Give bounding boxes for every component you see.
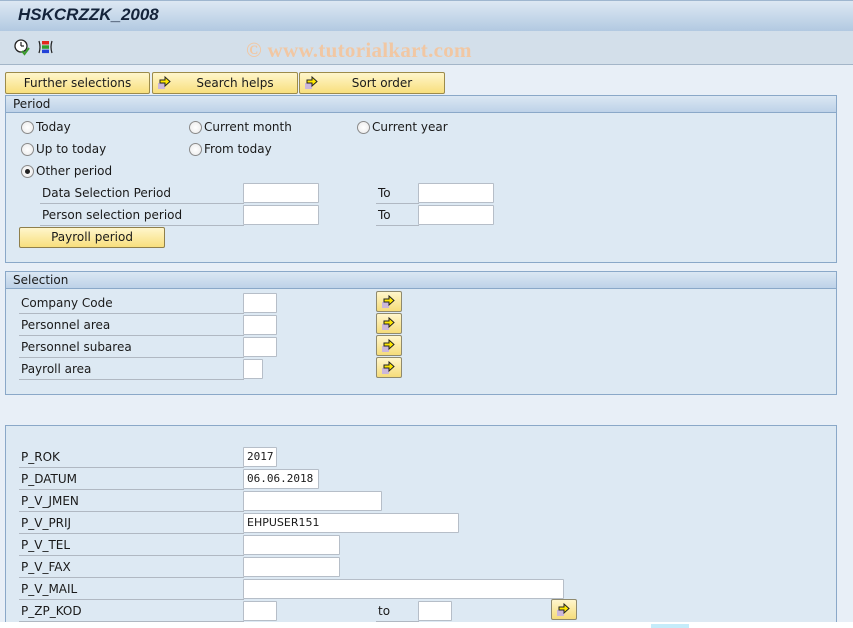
radio-label: Today [36,120,71,134]
sort-order-label: Sort order [351,76,413,90]
payroll-area-input[interactable] [243,359,263,379]
search-helps-button[interactable]: Search helps [152,72,298,94]
data-selection-period-label: Data Selection Period [40,183,244,204]
company-code-label: Company Code [19,293,244,314]
p-rok-input[interactable]: 2017 [243,447,277,467]
radio-current-month[interactable]: Current month [189,120,292,134]
p-v-jmen-label: P_V_JMEN [19,491,244,512]
status-strip [0,622,853,628]
data-selection-period-to-input[interactable] [418,183,494,203]
company-code-input[interactable] [243,293,277,313]
p-v-fax-label: P_V_FAX [19,557,244,578]
arrow-right-icon [304,75,320,97]
arrow-right-icon [382,360,395,374]
personnel-area-label: Personnel area [19,315,244,336]
p-v-prij-input[interactable]: EHPUSER151 [243,513,459,533]
p-zp-kod-from-input[interactable] [243,601,277,621]
p-zp-kod-multiple-selection-button[interactable] [551,599,577,620]
arrow-right-icon [382,316,395,330]
watermark: © www.tutorialkart.com [246,38,472,62]
p-v-fax-input[interactable] [243,557,340,577]
radio-label: Current year [372,120,448,134]
personnel-subarea-input[interactable] [243,337,277,357]
period-frame-title: Period [6,96,836,113]
p-zp-kod-to-label: to [376,601,419,622]
arrow-right-icon [157,75,173,97]
payroll-period-button[interactable]: Payroll period [19,227,165,248]
data-selection-period-from-input[interactable] [243,183,319,203]
personnel-subarea-label: Personnel subarea [19,337,244,358]
p-v-tel-label: P_V_TEL [19,535,244,556]
selection-options-icon[interactable] [37,38,55,56]
person-selection-period-label: Person selection period [40,205,244,226]
arrow-right-icon [382,338,395,352]
radio-today[interactable]: Today [21,120,71,134]
radio-label: Other period [36,164,113,178]
arrow-right-icon [557,602,570,616]
further-selections-button[interactable]: Further selections [5,72,150,94]
person-selection-to-label: To [376,205,419,226]
p-v-mail-input[interactable] [243,579,564,599]
p-datum-label: P_DATUM [19,469,244,490]
radio-circle[interactable] [357,120,370,134]
radio-current-year[interactable]: Current year [357,120,448,134]
radio-circle[interactable] [21,142,34,156]
execute-clock-icon[interactable] [13,38,31,56]
p-rok-label: P_ROK [19,447,244,468]
radio-circle[interactable] [189,142,202,156]
arrow-right-icon [382,294,395,308]
payroll-area-label: Payroll area [19,359,244,380]
selection-frame-title: Selection [6,272,836,289]
search-helps-label: Search helps [196,76,274,90]
personnel-area-multiple-selection-button[interactable] [376,313,402,334]
radio-label: Up to today [36,142,107,156]
radio-other-period[interactable]: Other period [21,164,112,178]
sort-order-button[interactable]: Sort order [299,72,445,94]
radio-circle[interactable] [21,120,34,134]
radio-up-to-today[interactable]: Up to today [21,142,106,156]
p-v-jmen-input[interactable] [243,491,382,511]
radio-from-today[interactable]: From today [189,142,272,156]
title-bar: HSKCRZZK_2008 [0,0,853,31]
p-v-mail-label: P_V_MAIL [19,579,244,600]
person-selection-period-from-input[interactable] [243,205,319,225]
radio-label: From today [204,142,272,156]
status-indicator [651,624,689,628]
radio-circle-checked[interactable] [21,164,34,178]
radio-label: Current month [204,120,292,134]
company-code-multiple-selection-button[interactable] [376,291,402,312]
p-zp-kod-to-input[interactable] [418,601,452,621]
radio-circle[interactable] [189,120,202,134]
person-selection-period-to-input[interactable] [418,205,494,225]
p-v-prij-label: P_V_PRIJ [19,513,244,534]
payroll-area-multiple-selection-button[interactable] [376,357,402,378]
personnel-area-input[interactable] [243,315,277,335]
p-datum-input[interactable]: 06.06.2018 [243,469,319,489]
personnel-subarea-multiple-selection-button[interactable] [376,335,402,356]
p-v-tel-input[interactable] [243,535,340,555]
further-selections-label: Further selections [23,76,132,90]
window-title: HSKCRZZK_2008 [18,5,159,24]
p-zp-kod-label: P_ZP_KOD [19,601,244,622]
data-selection-to-label: To [376,183,419,204]
